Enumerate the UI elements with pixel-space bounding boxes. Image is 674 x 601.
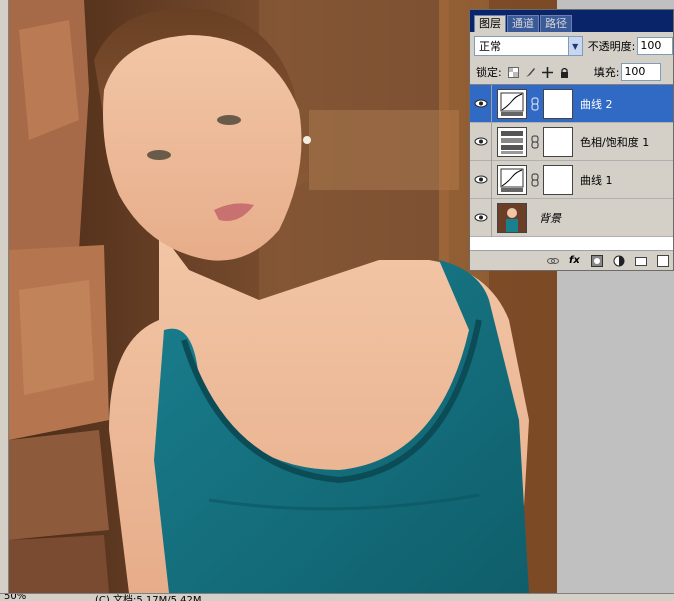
- hue-saturation-adjustment-icon: [497, 126, 527, 157]
- new-group-icon[interactable]: [635, 255, 647, 267]
- blend-mode-row: 正常 ▼ 不透明度: 100: [470, 32, 673, 60]
- tab-channels[interactable]: 通道: [507, 15, 539, 32]
- lock-position-icon[interactable]: [541, 66, 553, 78]
- layers-panel-footer: fx: [470, 250, 673, 270]
- link-layers-icon[interactable]: [547, 255, 559, 267]
- layer-name: 背景: [539, 211, 561, 225]
- layer-row-background[interactable]: 背景: [470, 198, 673, 237]
- layer-name: 色相/饱和度 1: [580, 135, 650, 149]
- lock-brush-icon[interactable]: [525, 67, 536, 78]
- new-layer-icon[interactable]: [657, 254, 669, 267]
- layer-name: 曲线 2: [580, 97, 613, 111]
- layer-row-curves-1[interactable]: 曲线 1: [470, 160, 673, 199]
- layer-row-hue-saturation-1[interactable]: 色相/饱和度 1: [470, 122, 673, 161]
- link-icon: [530, 135, 540, 149]
- background-image-thumbnail: [497, 202, 527, 233]
- eye-icon[interactable]: [470, 122, 492, 161]
- photoshop-window: 图层 通道 路径 正常 ▼ 不透明度: 100 锁定: 填充: 100 曲线 2…: [0, 0, 674, 601]
- lock-transparency-icon[interactable]: [507, 66, 519, 78]
- status-bar: 50% (C) 文档:5.17M/5.42M: [0, 593, 674, 601]
- eye-icon[interactable]: [470, 84, 492, 123]
- layer-mask-thumbnail[interactable]: [543, 126, 573, 157]
- opacity-input[interactable]: 100: [637, 37, 673, 55]
- opacity-label: 不透明度:: [587, 40, 636, 53]
- layers-panel: 图层 通道 路径 正常 ▼ 不透明度: 100 锁定: 填充: 100 曲线 2…: [469, 9, 674, 271]
- layer-mask-thumbnail[interactable]: [543, 164, 573, 195]
- layer-row-curves-2[interactable]: 曲线 2: [470, 84, 673, 123]
- lock-all-icon[interactable]: [559, 67, 570, 78]
- blend-mode-select[interactable]: 正常 ▼: [474, 36, 583, 56]
- zoom-level[interactable]: 50%: [4, 594, 26, 601]
- link-icon: [530, 97, 540, 111]
- fill-input[interactable]: 100: [621, 63, 662, 81]
- fill-label: 填充:: [593, 66, 620, 79]
- lock-row: 锁定: 填充: 100: [470, 60, 673, 84]
- panel-tabs: 图层 通道 路径: [470, 10, 673, 32]
- blend-mode-value: 正常: [479, 40, 501, 53]
- tab-layers[interactable]: 图层: [474, 15, 506, 32]
- tab-paths[interactable]: 路径: [540, 15, 572, 32]
- eye-icon[interactable]: [470, 160, 492, 199]
- document-info: (C) 文档:5.17M/5.42M: [95, 595, 202, 601]
- fx-icon[interactable]: fx: [569, 255, 581, 267]
- document-frame-edge: [0, 0, 9, 593]
- layer-mask-thumbnail[interactable]: [543, 88, 573, 119]
- eye-icon[interactable]: [470, 198, 492, 237]
- layer-name: 曲线 1: [580, 173, 613, 187]
- link-icon: [530, 173, 540, 187]
- chevron-down-icon[interactable]: ▼: [567, 37, 582, 55]
- lock-label: 锁定:: [476, 66, 502, 79]
- adjustment-layer-icon[interactable]: [613, 255, 625, 267]
- curves-adjustment-icon: [497, 164, 527, 195]
- add-mask-icon[interactable]: [591, 254, 603, 267]
- layer-list: 曲线 2 色相/饱和度 1 曲线 1 背景: [470, 84, 673, 250]
- curves-adjustment-icon: [497, 88, 527, 119]
